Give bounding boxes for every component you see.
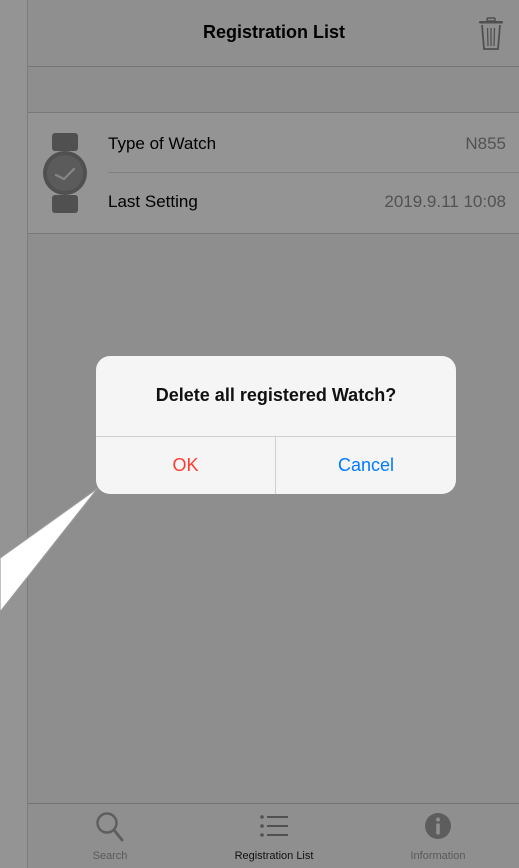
dialog-title: Delete all registered Watch?: [155, 385, 397, 405]
ok-button[interactable]: OK: [96, 437, 275, 494]
cancel-button[interactable]: Cancel: [276, 437, 456, 494]
confirm-dialog: Delete all registered Watch? OK Cancel: [96, 356, 456, 494]
